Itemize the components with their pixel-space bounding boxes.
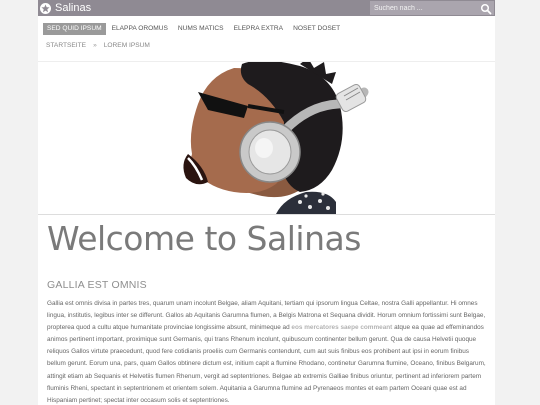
nav-item-elepra-extra[interactable]: ELEPRA EXTRA xyxy=(230,23,287,35)
headphones-man-illustration xyxy=(183,62,369,214)
search-box xyxy=(370,1,494,15)
breadcrumb-current[interactable]: LOREM IPSUM xyxy=(104,42,150,49)
breadcrumb: STARTSEITE » LOREM IPSUM xyxy=(46,42,150,49)
nav-item-elappa-oromus[interactable]: ELAPPA OROMUS xyxy=(108,23,172,35)
search-input[interactable] xyxy=(370,1,479,15)
star-logo-icon xyxy=(40,2,51,14)
hero-image xyxy=(38,61,495,215)
highlighted-phrase: eos mercatores saepe commeant xyxy=(291,324,393,332)
brand-name: Salinas xyxy=(55,2,92,14)
breadcrumb-home-link[interactable]: STARTSEITE xyxy=(46,42,86,49)
search-icon[interactable] xyxy=(480,2,492,15)
top-bar: Salinas xyxy=(38,0,495,16)
brand[interactable]: Salinas xyxy=(40,1,91,15)
nav-item-sed-quid-ipsum[interactable]: SED QUID IPSUM xyxy=(43,23,106,35)
nav-item-nums-matics[interactable]: NUMS MATICS xyxy=(174,23,228,35)
nav-item-noset-doset[interactable]: NOSET DOSET xyxy=(289,23,344,35)
breadcrumb-separator: » xyxy=(93,42,97,49)
body-text-end: atque ea quae ad effeminandos animos per… xyxy=(47,324,486,404)
page-title: Welcome to Salinas xyxy=(47,219,361,258)
body-paragraph: Gallia est omnis divisa in partes tres, … xyxy=(47,298,489,405)
main-nav: SED QUID IPSUM ELAPPA OROMUS NUMS MATICS… xyxy=(43,23,346,35)
page-container: SED QUID IPSUM ELAPPA OROMUS NUMS MATICS… xyxy=(38,0,495,405)
section-heading: GALLIA EST OMNIS xyxy=(47,279,147,291)
